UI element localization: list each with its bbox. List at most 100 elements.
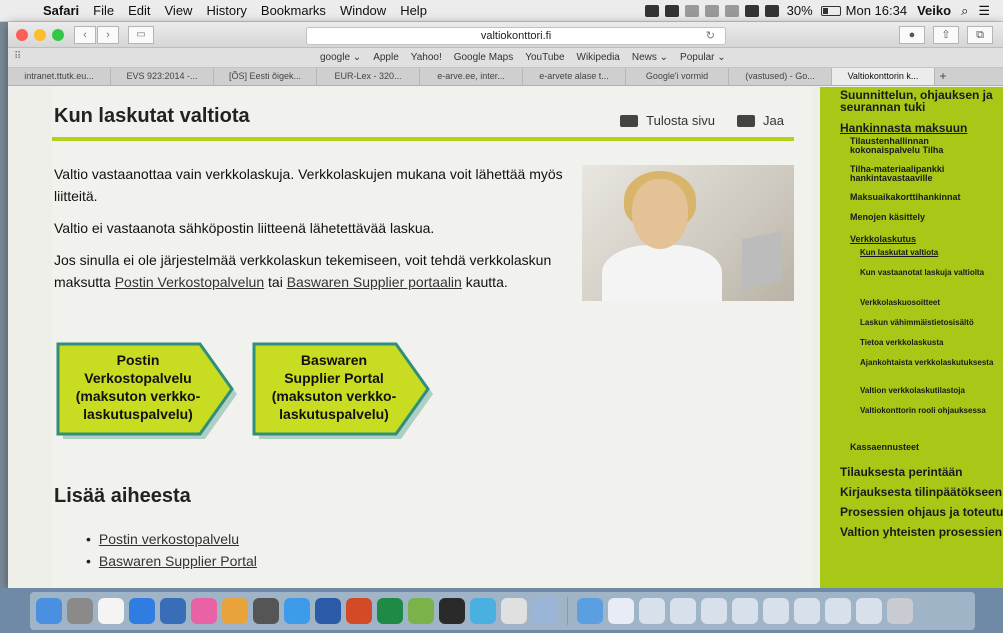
- volume-icon[interactable]: [764, 4, 779, 17]
- fav-wikipedia[interactable]: Wikipedia: [577, 52, 620, 63]
- chart-app-icon[interactable]: [470, 598, 496, 624]
- word-icon[interactable]: [315, 598, 341, 624]
- excel-icon[interactable]: [377, 598, 403, 624]
- back-button[interactable]: ‹: [74, 25, 96, 44]
- fav-popular[interactable]: Popular ⌄: [680, 52, 726, 63]
- posti-arrow-button[interactable]: Postin Verkostopalvelu (maksuton verkko-…: [54, 341, 242, 443]
- x11-icon[interactable]: [501, 598, 527, 624]
- tab-intranet[interactable]: intranet.ttutk.eu...: [8, 68, 111, 85]
- fav-news[interactable]: News ⌄: [632, 52, 668, 63]
- numbers-icon[interactable]: [408, 598, 434, 624]
- menu-bookmarks[interactable]: Bookmarks: [254, 3, 333, 18]
- app-store-icon[interactable]: [129, 598, 155, 624]
- zoom-window-button[interactable]: [52, 28, 64, 41]
- nav-tietoa-verkkolaskusta[interactable]: Tietoa verkkolaskusta: [860, 339, 1000, 347]
- outlook-icon[interactable]: [160, 598, 186, 624]
- basware-arrow-button[interactable]: Baswaren Supplier Portal (maksuton verkk…: [250, 341, 438, 443]
- nav-verkkolaskutus[interactable]: Verkkolaskutus: [850, 235, 1000, 244]
- tab-evs[interactable]: EVS 923:2014 -...: [111, 68, 214, 85]
- nav-kun-vastaanotat[interactable]: Kun vastaanotat laskuja valtiolta: [860, 269, 1000, 277]
- document-stack-icon[interactable]: [608, 598, 634, 624]
- extension-button[interactable]: ●: [899, 26, 925, 44]
- new-tab-button[interactable]: +: [935, 68, 951, 85]
- nav-tilauksesta-perintaan[interactable]: Tilauksesta perintään: [840, 465, 1003, 479]
- posti-verkostopalvelu-link[interactable]: Postin Verkostopalvelun: [115, 274, 264, 290]
- calendar-icon[interactable]: [98, 598, 124, 624]
- tabs-overview-button[interactable]: ⧉: [967, 26, 993, 44]
- menu-file[interactable]: File: [86, 3, 121, 18]
- minimized-window-6-icon[interactable]: [794, 598, 820, 624]
- minimized-window-4-icon[interactable]: [732, 598, 758, 624]
- bluetooth-icon[interactable]: [724, 4, 739, 17]
- forward-button[interactable]: ›: [97, 25, 119, 44]
- nav-tilha[interactable]: Tilaustenhallinnan kokonaispalvelu Tilha: [850, 137, 1000, 155]
- tab-e-arve[interactable]: e-arve.ee, inter...: [420, 68, 523, 85]
- nav-valtiokonttorin-rooli[interactable]: Valtiokonttorin rooli ohjauksessa: [860, 407, 1000, 415]
- nav-menojen-kasittely[interactable]: Menojen käsittely: [850, 213, 1000, 222]
- nav-verkkolaskutilastoja[interactable]: Valtion verkkolaskutilastoja: [860, 387, 1000, 395]
- nav-tilha-materiaalipankki[interactable]: Tilha-materiaalipankki hankintavastaavil…: [850, 165, 1000, 183]
- minimized-window-8-icon[interactable]: [856, 598, 882, 624]
- tab-e-arvete[interactable]: e-arvete alase t...: [523, 68, 626, 85]
- sidebar-toggle-button[interactable]: ▭: [128, 25, 154, 44]
- menu-view[interactable]: View: [158, 3, 200, 18]
- spotlight-icon[interactable]: ⌕: [956, 3, 973, 19]
- share-page-button[interactable]: Jaa: [737, 113, 784, 128]
- basware-supplier-link[interactable]: Baswaren Supplier portaalin: [287, 274, 462, 290]
- tab-vastused[interactable]: (vastused) - Go...: [729, 68, 832, 85]
- menu-history[interactable]: History: [199, 3, 253, 18]
- fav-youtube[interactable]: YouTube: [525, 52, 564, 63]
- fav-yahoo[interactable]: Yahoo!: [411, 52, 442, 63]
- tab-google-forms[interactable]: Google'i vormid: [626, 68, 729, 85]
- print-button[interactable]: Tulosta sivu: [620, 113, 715, 128]
- time-machine-icon[interactable]: [704, 4, 719, 17]
- minimized-window-3-icon[interactable]: [701, 598, 727, 624]
- system-preferences-icon[interactable]: [253, 598, 279, 624]
- wifi-icon[interactable]: [744, 4, 759, 17]
- tab-valtiokonttori[interactable]: Valtiokonttorin k...: [832, 68, 935, 85]
- minimized-window-2-icon[interactable]: [670, 598, 696, 624]
- minimized-window-1-icon[interactable]: [639, 598, 665, 624]
- battery-icon[interactable]: [820, 5, 841, 16]
- basware-supplier-portal-more-link[interactable]: Baswaren Supplier Portal: [99, 553, 257, 569]
- nav-suunnittelu[interactable]: Suunnittelun, ohjauksen ja seurannan tuk…: [840, 89, 1003, 113]
- chrome-icon[interactable]: [664, 4, 679, 17]
- nav-kassaennusteet[interactable]: Kassaennusteet: [850, 443, 1000, 452]
- minimize-window-button[interactable]: [34, 28, 46, 41]
- posti-verkostopalvelu-more-link[interactable]: Postin verkostopalvelu: [99, 531, 239, 547]
- close-window-button[interactable]: [16, 28, 28, 41]
- minimized-window-7-icon[interactable]: [825, 598, 851, 624]
- nav-prosessien-ohjaus[interactable]: Prosessien ohjaus ja toteutus: [840, 505, 1003, 519]
- tab-os[interactable]: [ÕS] Eesti õigek...: [214, 68, 317, 85]
- launchpad-icon[interactable]: [67, 598, 93, 624]
- share-button[interactable]: ⇧: [933, 26, 959, 44]
- vpn-icon[interactable]: [439, 598, 465, 624]
- menu-edit[interactable]: Edit: [121, 3, 157, 18]
- nav-vahimmaistietosisalto[interactable]: Laskun vähimmäistietosisältö: [860, 319, 1000, 327]
- nav-kirjauksesta[interactable]: Kirjauksesta tilinpäätökseen: [840, 485, 1003, 499]
- user-name[interactable]: Veiko: [912, 3, 956, 18]
- finder-icon[interactable]: [36, 598, 62, 624]
- downloads-stack-icon[interactable]: [577, 598, 603, 624]
- fav-apple[interactable]: Apple: [373, 52, 399, 63]
- nav-verkkolaskuosoitteet[interactable]: Verkkolaskuosoitteet: [860, 299, 1000, 307]
- preview-icon[interactable]: [532, 598, 558, 624]
- airplay-icon[interactable]: [684, 4, 699, 17]
- messages-icon[interactable]: [222, 598, 248, 624]
- tab-eurlex[interactable]: EUR-Lex - 320...: [317, 68, 420, 85]
- fav-google-maps[interactable]: Google Maps: [454, 52, 513, 63]
- nav-valtion-yhteiset[interactable]: Valtion yhteisten prosessien vastuunjaot: [840, 525, 1003, 539]
- menu-window[interactable]: Window: [333, 3, 393, 18]
- drive-icon[interactable]: [644, 4, 659, 17]
- battery-percent[interactable]: 30%: [782, 3, 818, 18]
- trash-icon[interactable]: [887, 598, 913, 624]
- app-menu[interactable]: Safari: [36, 3, 86, 18]
- top-sites-icon[interactable]: ⠿: [14, 51, 21, 62]
- fav-google[interactable]: google ⌄: [320, 52, 361, 63]
- nav-hankinnasta-maksuun[interactable]: Hankinnasta maksuun: [840, 121, 967, 135]
- notification-center-icon[interactable]: ☰: [973, 3, 995, 19]
- clock[interactable]: Mon 16:34: [841, 3, 912, 18]
- address-bar[interactable]: valtiokonttori.fi ↻: [306, 27, 726, 45]
- itunes-icon[interactable]: [191, 598, 217, 624]
- nav-kun-laskutat-valtiota[interactable]: Kun laskutat valtiota: [860, 249, 1000, 257]
